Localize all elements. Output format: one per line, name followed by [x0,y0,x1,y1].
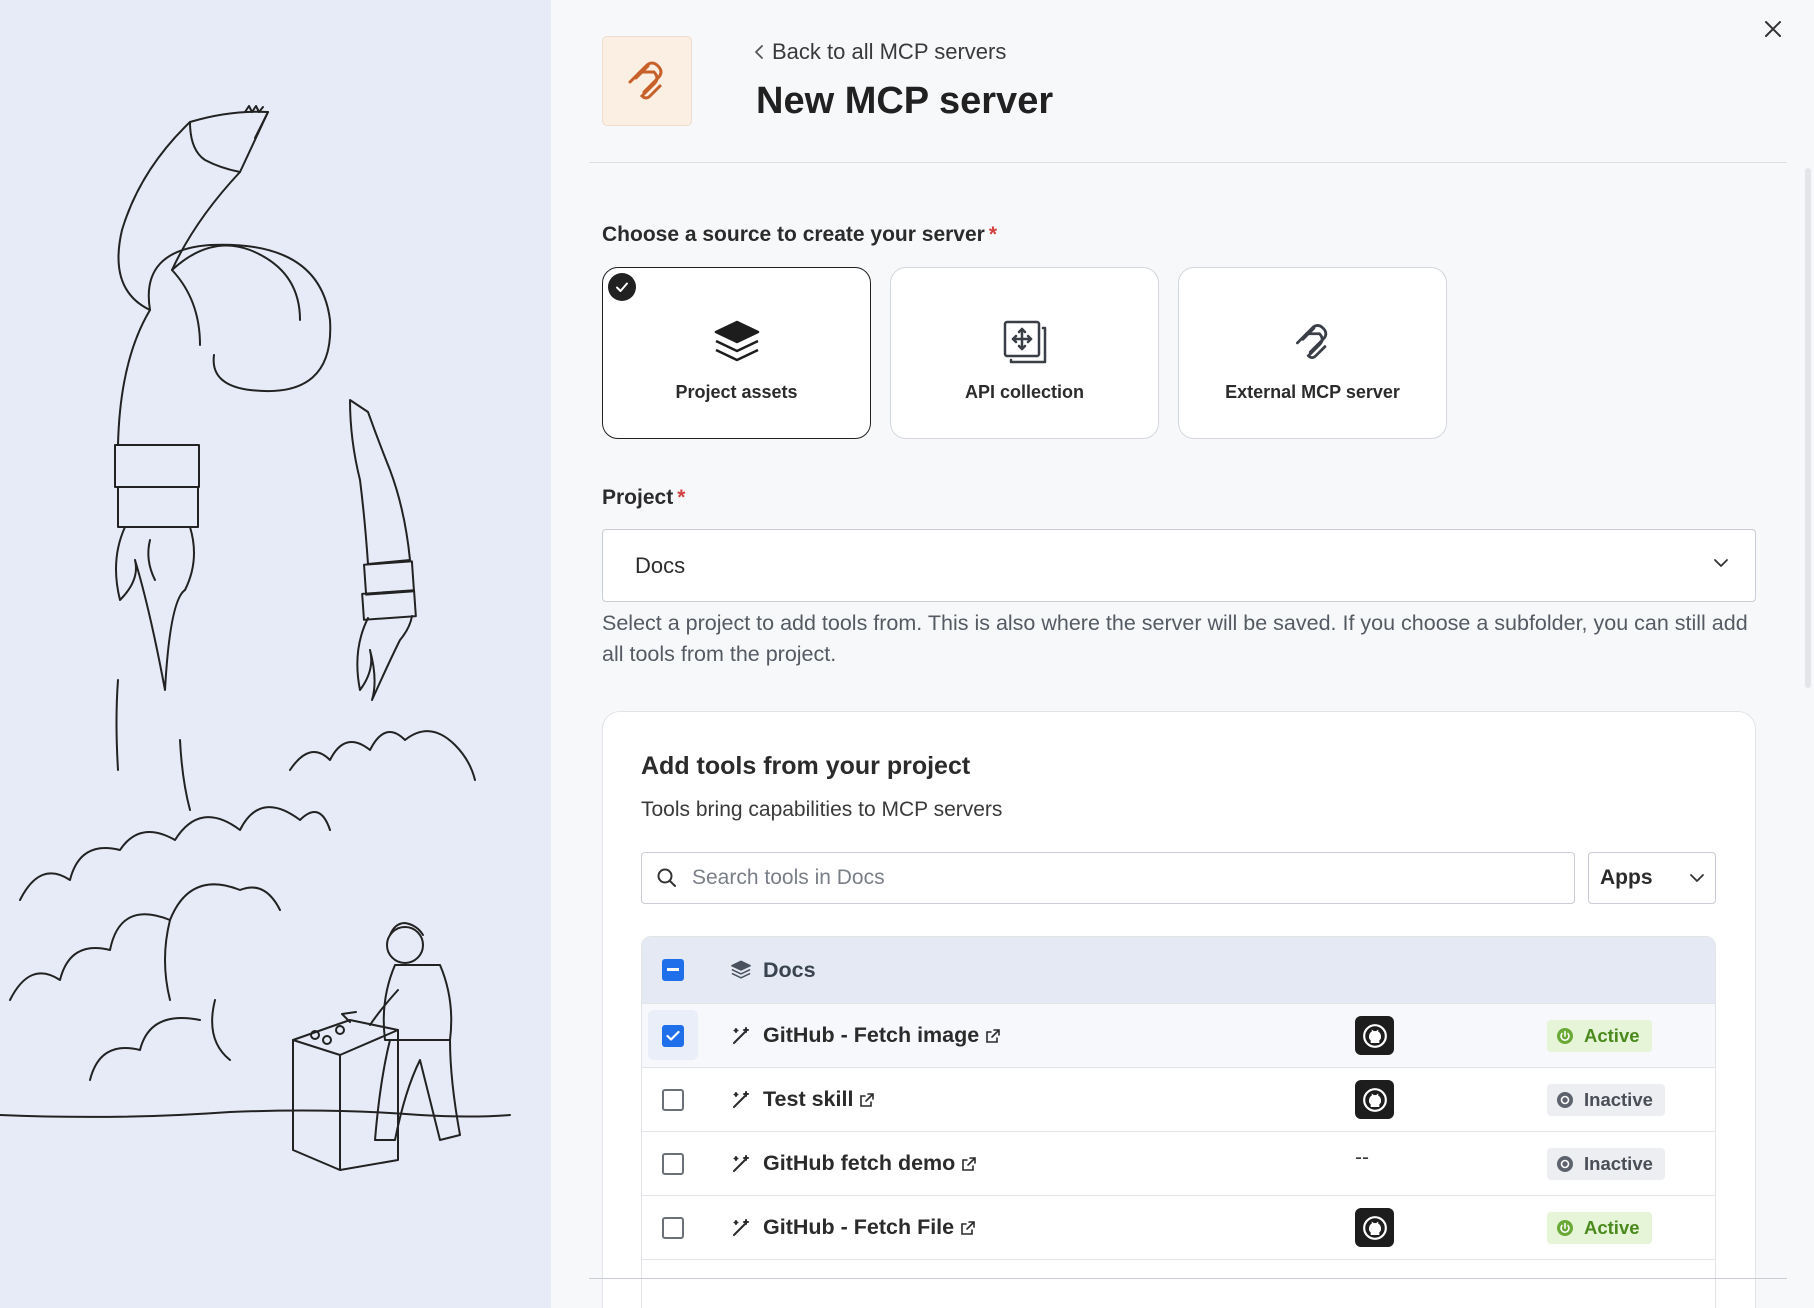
layers-icon [713,314,761,370]
tool-name-link[interactable]: GitHub - Fetch File [763,1215,976,1240]
tool-name: GitHub - Fetch File [763,1215,955,1239]
status-text: Inactive [1584,1088,1653,1110]
row-checkbox[interactable] [662,1216,684,1239]
project-label: Project * [602,486,685,510]
status-badge: Active [1547,1019,1652,1052]
apps-filter-value: Apps [1600,866,1653,889]
external-link-icon [962,1156,977,1171]
page-header: Back to all MCP servers New MCP server [589,36,1814,164]
search-input[interactable]: Search tools in Docs [641,852,1575,904]
project-help-text: Select a project to add tools from. This… [602,611,1748,666]
tool-name: GitHub - Fetch image [763,1023,980,1047]
tool-name-link[interactable]: GitHub fetch demo [763,1151,977,1176]
source-option-external-mcp[interactable]: External MCP server [1178,267,1447,439]
power-icon [1557,1027,1573,1044]
scrollbar[interactable] [1805,168,1811,688]
source-option-label: API collection [964,381,1085,402]
tool-name-link[interactable]: GitHub - Fetch image [763,1023,1001,1048]
source-label-text: Choose a source to create your server [602,223,985,246]
skill-wand-icon [730,1153,752,1175]
tool-name: Test skill [763,1087,854,1111]
table-row[interactable]: GitHub - Fetch image Active [642,1003,1715,1067]
tools-subtitle: Tools bring capabilities to MCP servers [641,798,1003,821]
project-select-value: Docs [635,552,686,578]
status-text: Inactive [1584,1152,1653,1174]
inactive-icon [1557,1091,1573,1108]
no-app-placeholder: -- [1355,1146,1369,1169]
inactive-icon [1557,1155,1573,1172]
row-checkbox[interactable] [662,1152,684,1175]
table-row[interactable]: Test skill Inactive [642,1067,1715,1131]
external-link-icon [986,1028,1001,1043]
new-mcp-server-panel: Back to all MCP servers New MCP server C… [551,0,1814,1308]
status-badge: Inactive [1547,1147,1665,1180]
skill-wand-icon [730,1217,752,1239]
back-link[interactable]: Back to all MCP servers [754,39,1006,65]
tool-name-link[interactable]: Test skill [763,1087,875,1112]
github-icon [1355,1016,1394,1055]
table-row[interactable]: GitHub - Fetch File Active [642,1195,1715,1259]
search-placeholder: Search tools in Docs [692,866,885,889]
tools-table: Docs GitHub - Fetch image Active Test sk… [641,936,1716,1308]
select-all-checkbox[interactable] [662,959,684,981]
footer-divider [589,1278,1787,1279]
row-checkbox[interactable] [662,1024,684,1047]
project-select[interactable]: Docs [602,529,1756,602]
hero-illustration [0,0,551,1308]
source-option-api-collection[interactable]: API collection [890,267,1159,439]
status-text: Active [1584,1024,1640,1046]
table-row[interactable] [642,1259,1715,1308]
row-checkbox[interactable] [662,1088,684,1111]
source-option-project-assets[interactable]: Project assets [602,267,871,439]
apps-filter-dropdown[interactable]: Apps [1588,852,1716,904]
source-option-label: External MCP server [1225,381,1400,402]
status-badge: Inactive [1547,1083,1665,1116]
external-link-icon [860,1092,875,1107]
required-mark: * [988,223,998,246]
skill-wand-icon [730,1025,752,1047]
source-option-label: Project assets [675,381,798,402]
github-icon [1355,1080,1394,1119]
search-icon [657,868,676,887]
header-divider [589,162,1787,163]
status-badge: Active [1547,1211,1652,1244]
add-tools-card: Add tools from your project Tools bring … [602,711,1756,1308]
required-mark: * [677,486,686,509]
table-group-header: Docs [642,937,1715,1003]
github-icon [1355,1208,1394,1247]
mcp-logo-icon [1290,314,1336,370]
group-name: Docs [763,957,816,982]
api-collection-icon [1002,314,1048,370]
chevron-left-icon [755,45,763,59]
mcp-logo-icon [628,61,663,100]
chevron-down-icon [1714,559,1728,567]
tool-name: GitHub fetch demo [763,1151,956,1175]
table-row[interactable]: GitHub fetch demo -- Inactive [642,1131,1715,1195]
project-label-text: Project [602,486,674,509]
source-label: Choose a source to create your server * [602,223,997,247]
chevron-down-icon [1690,874,1704,882]
tools-title: Add tools from your project [641,752,971,780]
mcp-logo [602,36,692,126]
external-link-icon [961,1220,975,1235]
layers-icon [730,959,752,981]
status-text: Active [1584,1216,1640,1238]
power-icon [1557,1219,1573,1236]
page-title: New MCP server [756,80,1054,122]
selected-check-icon [608,273,636,301]
skill-wand-icon [730,1089,752,1111]
back-link-label: Back to all MCP servers [772,39,1007,64]
